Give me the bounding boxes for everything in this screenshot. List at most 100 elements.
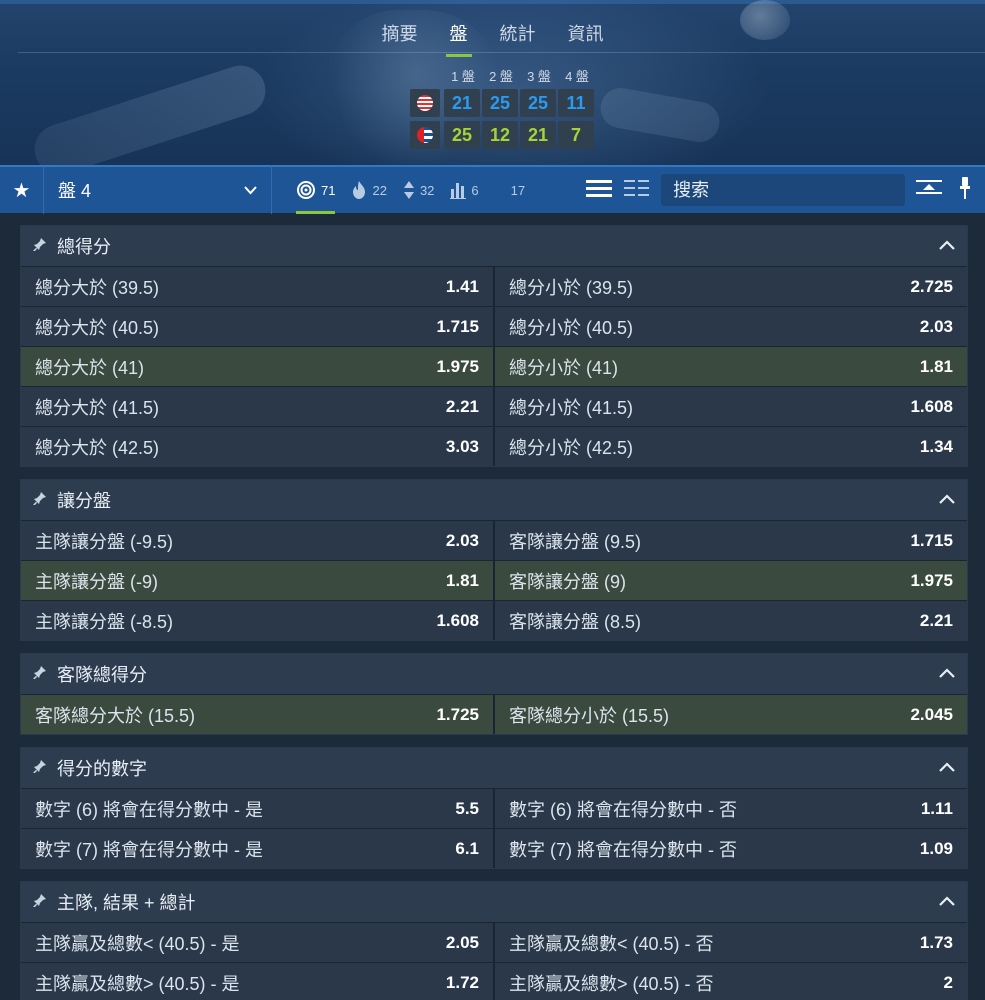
chevron-up-icon[interactable] [939, 665, 955, 683]
odds-button[interactable]: 客隊讓分盤 (9) 1.975 [493, 561, 967, 600]
odds-button[interactable]: 總分大於 (42.5) 3.03 [21, 427, 493, 466]
home-set-score: 25 [520, 89, 556, 117]
pin-icon[interactable] [33, 665, 47, 684]
away-score-row: 25 12 21 7 [410, 121, 596, 149]
odds-value: 2.03 [919, 316, 953, 336]
set-selector[interactable]: 盤 4 [44, 166, 272, 214]
pin-icon[interactable] [33, 893, 47, 912]
collapse-all-icon[interactable] [915, 178, 943, 203]
selection-label: 總分大於 (40.5) [35, 317, 160, 338]
set-selector-value: 盤 4 [58, 181, 92, 201]
odds-button[interactable]: 總分大於 (39.5) 1.41 [21, 267, 493, 306]
market-section: 客隊總得分 客隊總分大於 (15.5) 1.725 客隊總分小於 (15.5) 2.04… [20, 653, 968, 735]
odds-value: 1.975 [436, 356, 479, 376]
odds-button[interactable]: 主隊讓分盤 (-9) 1.81 [21, 561, 493, 600]
search-input[interactable] [673, 179, 894, 201]
chevron-up-icon[interactable] [939, 893, 955, 911]
market-header[interactable]: 總得分 [21, 226, 967, 266]
usa-flag-icon [410, 89, 440, 117]
odds-value: 1.608 [910, 396, 953, 416]
odds-button[interactable]: 總分大於 (40.5) 1.715 [21, 307, 493, 346]
odds-button[interactable]: 數字 (6) 將會在得分數中 - 是 5.5 [21, 789, 493, 828]
odds-value: 1.11 [920, 798, 953, 818]
home-set-score: 21 [444, 89, 480, 117]
filter-stats[interactable]: 6 [450, 166, 479, 214]
odds-button[interactable]: 總分小於 (41.5) 1.608 [493, 387, 967, 426]
target-icon [296, 180, 316, 200]
pin-icon[interactable] [33, 759, 47, 778]
odds-row: 總分大於 (42.5) 3.03 總分小於 (42.5) 1.34 [21, 426, 967, 466]
list-view-icon[interactable] [585, 178, 613, 203]
filter-count: 6 [471, 182, 479, 198]
selection-label: 數字 (6) 將會在得分數中 - 是 [35, 799, 263, 820]
view-toggle [585, 178, 651, 203]
odds-button[interactable]: 總分小於 (41) 1.81 [493, 347, 967, 386]
odds-button[interactable]: 客隊讓分盤 (8.5) 2.21 [493, 601, 967, 640]
odds-button[interactable]: 客隊讓分盤 (9.5) 1.715 [493, 521, 967, 560]
filter-other[interactable]: 17 [511, 166, 525, 214]
odds-button[interactable]: 客隊總分大於 (15.5) 1.725 [21, 695, 493, 734]
odds-button[interactable]: 總分大於 (41.5) 2.21 [21, 387, 493, 426]
market-header[interactable]: 讓分盤 [21, 480, 967, 520]
odds-button[interactable]: 數字 (7) 將會在得分數中 - 否 1.09 [493, 829, 967, 868]
odds-button[interactable]: 總分小於 (39.5) 2.725 [493, 267, 967, 306]
odds-value: 2.03 [445, 530, 479, 550]
odds-button[interactable]: 主隊讓分盤 (-9.5) 2.03 [21, 521, 493, 560]
away-set-score: 21 [520, 121, 556, 149]
odds-button[interactable]: 總分小於 (40.5) 2.03 [493, 307, 967, 346]
odds-button[interactable]: 主隊贏及總數< (40.5) - 是 2.05 [21, 923, 493, 962]
odds-button[interactable]: 總分大於 (41) 1.975 [21, 347, 493, 386]
chevron-up-icon[interactable] [939, 237, 955, 255]
market-header[interactable]: 主隊, 結果 + 總計 [21, 882, 967, 922]
up-down-arrows-icon [403, 180, 415, 200]
filter-count: 17 [510, 182, 526, 198]
odds-value: 1.81 [445, 570, 479, 590]
odds-button[interactable]: 主隊贏及總數> (40.5) - 否 2 [493, 963, 967, 1000]
chevron-up-icon[interactable] [939, 759, 955, 777]
cuba-flag-icon [410, 121, 440, 149]
favorite-star-icon[interactable]: ★ [0, 166, 44, 214]
odds-button[interactable]: 主隊贏及總數> (40.5) - 是 1.72 [21, 963, 493, 1000]
odds-button[interactable]: 總分小於 (42.5) 1.34 [493, 427, 967, 466]
market-filter-counts: 71 22 32 6 17 [296, 166, 541, 214]
filter-over-under[interactable]: 32 [403, 166, 434, 214]
pin-icon[interactable] [959, 176, 971, 205]
filter-all[interactable]: 71 [296, 166, 336, 214]
odds-value: 2.21 [445, 396, 479, 416]
odds-row: 總分大於 (41.5) 2.21 總分小於 (41.5) 1.608 [21, 386, 967, 426]
selection-label: 客隊讓分盤 (9) [509, 571, 626, 592]
selection-label: 主隊贏及總數> (40.5) - 否 [509, 973, 714, 994]
scoreboard: 1 盤 2 盤 3 盤 4 盤 21 25 25 11 25 12 21 7 [410, 66, 596, 149]
filter-count: 32 [419, 182, 435, 198]
selection-label: 總分小於 (41) [509, 357, 619, 378]
home-set-score: 25 [482, 89, 518, 117]
odds-button[interactable]: 主隊讓分盤 (-8.5) 1.608 [21, 601, 493, 640]
odds-value: 2.05 [445, 932, 479, 952]
set-label: 3 盤 [527, 69, 551, 84]
market-search[interactable] [661, 174, 906, 206]
market-section: 主隊, 結果 + 總計 主隊贏及總數< (40.5) - 是 2.05 主隊贏及總數<… [20, 881, 968, 1000]
odds-row: 總分大於 (39.5) 1.41 總分小於 (39.5) 2.725 [21, 266, 967, 306]
pin-icon[interactable] [33, 237, 47, 256]
odds-button[interactable]: 數字 (7) 將會在得分數中 - 是 6.1 [21, 829, 493, 868]
odds-button[interactable]: 主隊贏及總數< (40.5) - 否 1.73 [493, 923, 967, 962]
odds-row: 主隊贏及總數> (40.5) - 是 1.72 主隊贏及總數> (40.5) - 否… [21, 962, 967, 1000]
market-header[interactable]: 客隊總得分 [21, 654, 967, 694]
selection-label: 數字 (7) 將會在得分數中 - 否 [509, 839, 737, 860]
selection-label: 總分小於 (41.5) [509, 397, 634, 418]
two-column-view-icon[interactable] [623, 178, 651, 203]
odds-value: 1.34 [919, 436, 953, 456]
chevron-up-icon[interactable] [939, 491, 955, 509]
odds-button[interactable]: 客隊總分小於 (15.5) 2.045 [493, 695, 967, 734]
odds-row: 客隊總分大於 (15.5) 1.725 客隊總分小於 (15.5) 2.045 [21, 694, 967, 734]
filter-count: 22 [372, 182, 387, 198]
filter-popular[interactable]: 22 [351, 166, 387, 214]
pin-icon[interactable] [33, 491, 47, 510]
odds-value: 2.725 [910, 276, 953, 296]
selection-label: 主隊贏及總數< (40.5) - 是 [35, 933, 240, 954]
odds-button[interactable]: 數字 (6) 將會在得分數中 - 否 1.11 [493, 789, 967, 828]
market-header[interactable]: 得分的數字 [21, 748, 967, 788]
fire-icon [351, 180, 367, 200]
selection-label: 主隊贏及總數< (40.5) - 否 [509, 933, 714, 954]
odds-value: 2.21 [919, 610, 953, 630]
